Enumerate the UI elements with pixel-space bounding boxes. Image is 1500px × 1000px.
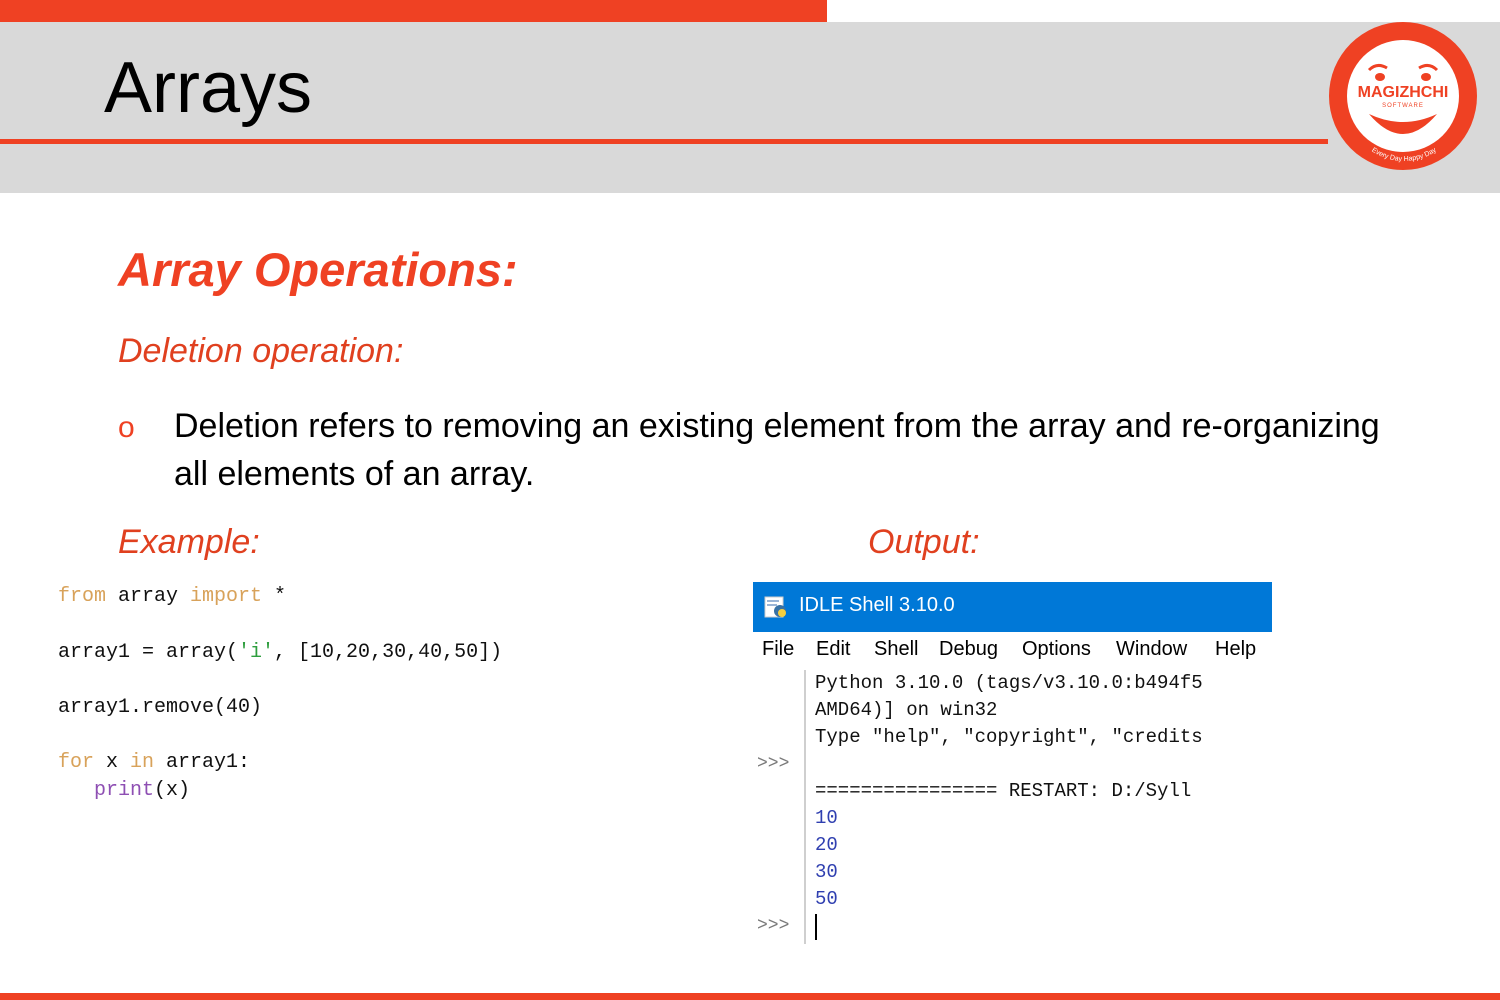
shell-prompt: >>> xyxy=(757,916,790,936)
idle-window-title: IDLE Shell 3.10.0 xyxy=(799,594,955,616)
shell-output-value: 30 xyxy=(815,861,838,883)
shell-text-cursor[interactable] xyxy=(815,914,817,940)
slide-title: Arrays xyxy=(104,48,313,128)
shell-line-platform: AMD64)] on win32 xyxy=(815,699,998,721)
keyword-from: from xyxy=(58,585,107,608)
idle-shell-window: IDLE Shell 3.10.0 File Edit Shell Debug … xyxy=(753,582,1272,944)
idle-gutter-divider xyxy=(804,670,806,944)
top-accent-bar xyxy=(0,0,827,22)
builtin-print: print xyxy=(94,779,155,802)
code-text: array1 = array( xyxy=(58,641,239,664)
header-underline xyxy=(0,139,1328,144)
output-label: Output: xyxy=(868,523,980,561)
string-literal: 'i' xyxy=(238,641,275,664)
bottom-accent-bar xyxy=(0,993,1500,1000)
shell-output-value: 50 xyxy=(815,888,838,910)
section-title: Array Operations: xyxy=(118,243,518,296)
idle-titlebar[interactable]: IDLE Shell 3.10.0 xyxy=(753,582,1272,632)
code-line-4: for x in array1: xyxy=(58,751,250,774)
code-line-5: print(x) xyxy=(58,779,190,802)
shell-output-value: 20 xyxy=(815,834,838,856)
shell-output-value: 10 xyxy=(815,807,838,829)
code-text: (x) xyxy=(154,779,191,802)
logo-right-eye xyxy=(1421,73,1431,81)
keyword-for: for xyxy=(58,751,95,774)
shell-line-restart: ================ RESTART: D:/Syll xyxy=(815,780,1192,802)
shell-line-version: Python 3.10.0 (tags/v3.10.0:b494f5 xyxy=(815,672,1203,694)
menu-help[interactable]: Help xyxy=(1215,638,1256,661)
logo-sub-text: SOFTWARE xyxy=(1382,103,1424,109)
keyword-in: in xyxy=(130,751,155,774)
code-text: * xyxy=(262,585,287,608)
magizhchi-logo: MAGIZHCHI SOFTWARE Every Day Happy Day xyxy=(1329,22,1477,170)
logo-left-eye xyxy=(1375,73,1385,81)
code-text: x xyxy=(94,751,131,774)
shell-line-help: Type "help", "copyright", "credits xyxy=(815,726,1203,748)
code-line-2: array1 = array('i', [10,20,30,40,50]) xyxy=(58,641,502,664)
logo-brand-text: MAGIZHCHI xyxy=(1358,84,1449,101)
code-snippet: from array import * array1 = array('i', … xyxy=(58,585,502,802)
code-line-3: array1.remove(40) xyxy=(58,696,263,719)
keyword-import: import xyxy=(190,585,263,608)
menu-window[interactable]: Window xyxy=(1116,638,1187,661)
code-text: , [10,20,30,40,50]) xyxy=(274,641,503,664)
menu-debug[interactable]: Debug xyxy=(939,638,998,661)
menu-edit[interactable]: Edit xyxy=(816,638,850,661)
bullet-text: Deletion refers to removing an existing … xyxy=(174,407,1380,493)
logo-graphic: MAGIZHCHI SOFTWARE Every Day Happy Day xyxy=(1347,40,1459,163)
shell-prompt: >>> xyxy=(757,754,790,774)
subsection-title: Deletion operation: xyxy=(118,332,404,370)
code-text: array1: xyxy=(154,751,251,774)
bullet-marker: o xyxy=(118,411,135,444)
code-text: array xyxy=(106,585,191,608)
python-idle-icon xyxy=(764,596,786,618)
example-label: Example: xyxy=(118,523,260,561)
menu-options[interactable]: Options xyxy=(1022,638,1091,661)
menu-shell[interactable]: Shell xyxy=(874,638,918,661)
menu-file[interactable]: File xyxy=(762,638,794,661)
code-line-1: from array import * xyxy=(58,585,286,608)
